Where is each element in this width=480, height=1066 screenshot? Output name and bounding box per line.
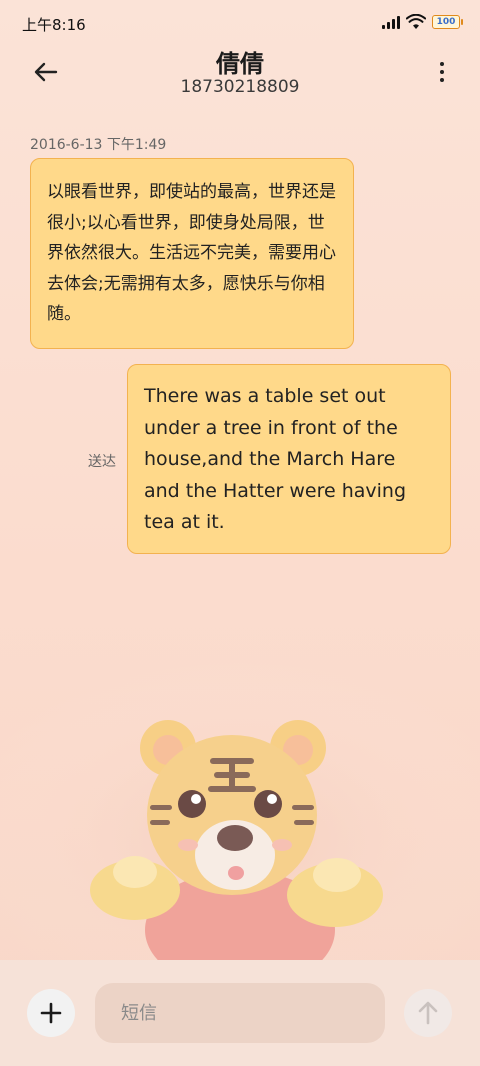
send-button[interactable]	[404, 989, 452, 1037]
plus-icon	[40, 1002, 62, 1024]
status-bar: 上午8:16 100	[0, 0, 480, 44]
incoming-message-bubble[interactable]: 以眼看世界，即使站的最高，世界还是很小;以心看世界，即使身处局限，世界依然很大。…	[30, 158, 354, 349]
conversation-header: 倩倩 18730218809	[0, 44, 480, 104]
more-options-button[interactable]	[430, 56, 454, 88]
message-timestamp: 2016-6-13 下午1:49	[30, 137, 167, 153]
contact-phone-number: 18730218809	[180, 77, 300, 97]
message-text: 以眼看世界，即使站的最高，世界还是很小;以心看世界，即使身处局限，世界依然很大。…	[47, 182, 336, 324]
add-attachment-button[interactable]	[27, 989, 75, 1037]
status-time: 上午8:16	[22, 16, 86, 34]
delivery-status: 送达	[88, 454, 116, 470]
contact-name: 倩倩	[216, 50, 264, 78]
tiger-mascot-wallpaper	[0, 660, 480, 960]
battery-level: 100	[436, 17, 456, 27]
message-text: There was a table set out under a tree i…	[144, 385, 407, 533]
wifi-icon	[406, 14, 426, 29]
message-input[interactable]	[95, 983, 385, 1043]
outgoing-message-bubble[interactable]: There was a table set out under a tree i…	[127, 364, 451, 554]
battery-icon: 100	[432, 15, 463, 29]
arrow-up-icon	[418, 1001, 438, 1025]
signal-icon	[382, 15, 400, 29]
status-icons: 100	[382, 12, 463, 32]
more-vertical-icon	[440, 62, 444, 82]
